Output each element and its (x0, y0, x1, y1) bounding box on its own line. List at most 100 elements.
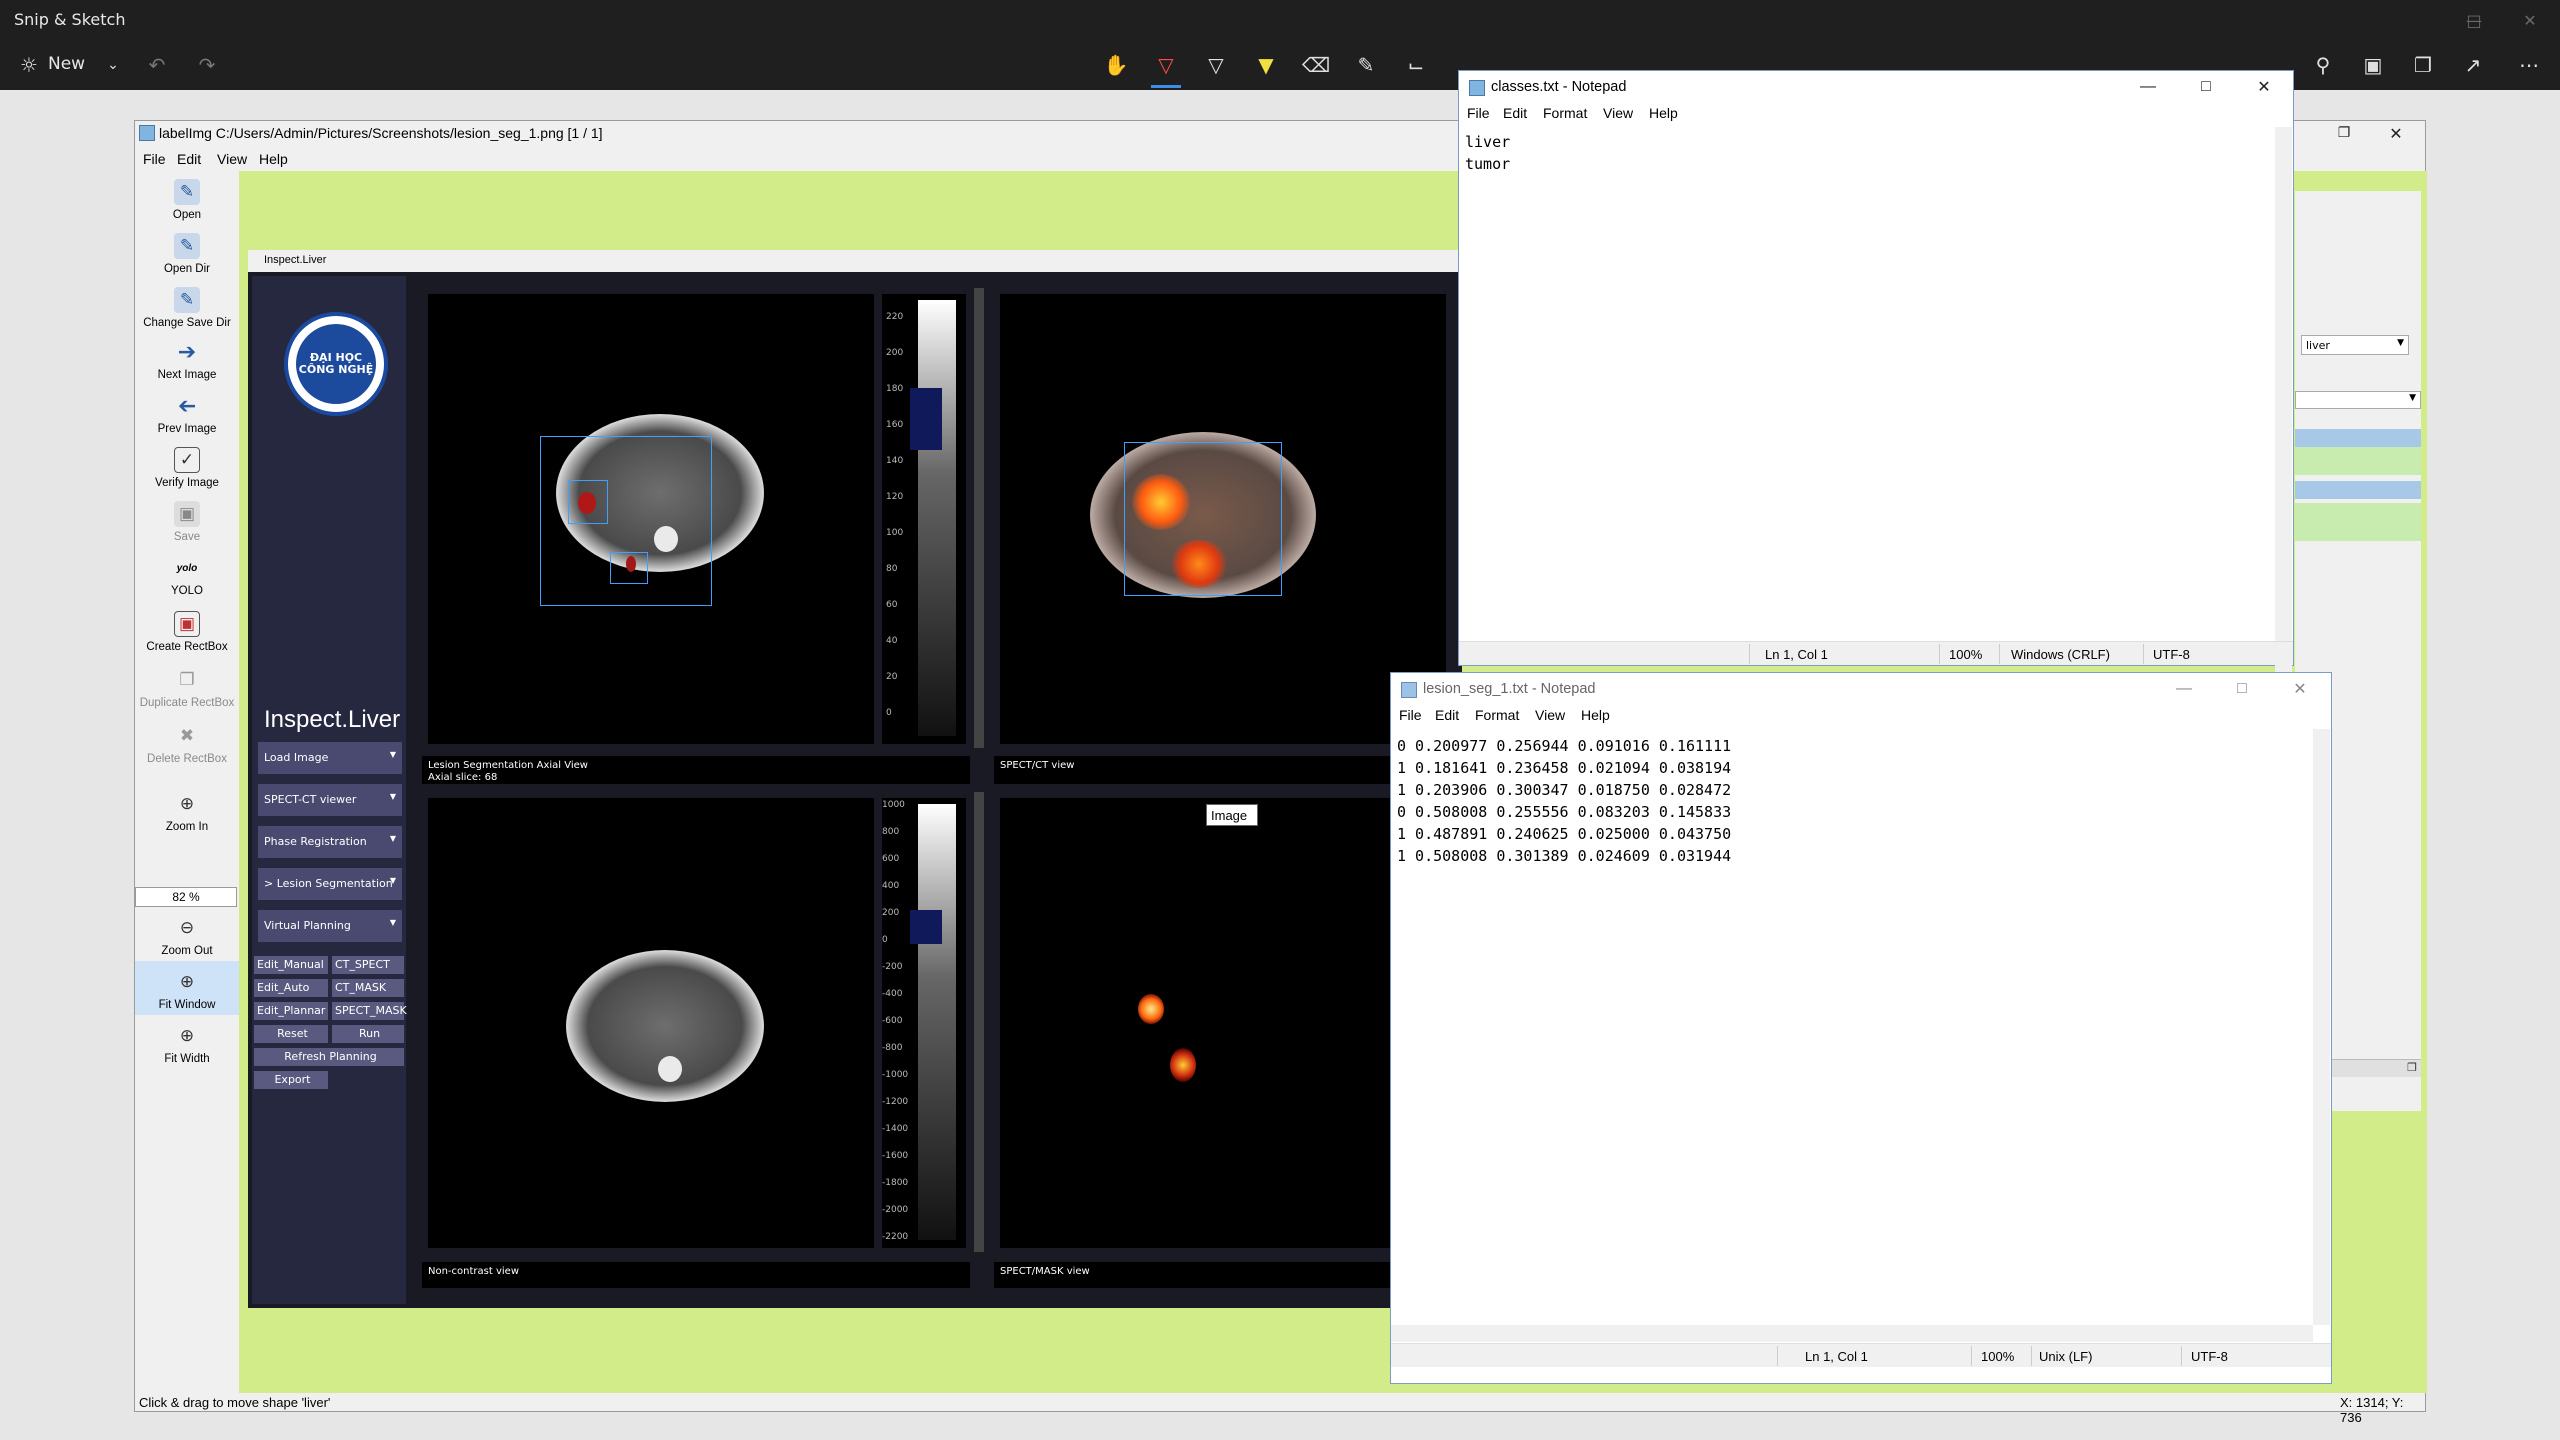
menu-help[interactable]: Help (1649, 105, 1678, 121)
dock-float-icon[interactable]: ❐ (2407, 1061, 2417, 1074)
axial-view-caption: Lesion Segmentation Axial View Axial sli… (422, 756, 970, 784)
menu-file[interactable]: File (1467, 105, 1490, 121)
spect-ct-viewer-menu[interactable]: SPECT-CT viewer ▼ (258, 784, 402, 816)
zoom-value-spinbox[interactable]: 82 % (135, 887, 237, 907)
new-snip-button[interactable]: New (48, 54, 85, 74)
tumor-bounding-box[interactable] (568, 480, 608, 524)
window-level-handle[interactable] (910, 910, 942, 944)
notepad-classes-minimize-button[interactable]: — (2119, 71, 2177, 103)
zoom-out-icon: ⊖ (179, 918, 195, 937)
lesion-segmentation-menu[interactable]: > Lesion Segmentation ▼ (258, 868, 402, 900)
ct-mask-button[interactable]: CT_MASK (332, 979, 404, 997)
notepad-classes-text-area[interactable]: liver tumor (1465, 131, 2265, 679)
verify-image-button[interactable]: ✓ Verify Image (135, 439, 239, 493)
view-splitter-bottom[interactable] (974, 792, 984, 1252)
next-image-button[interactable]: ➔ Next Image (135, 331, 239, 385)
new-dropdown-chevron-icon[interactable]: ⌄ (96, 50, 130, 80)
labelimg-restore-button[interactable]: ❐ (2321, 121, 2367, 145)
fit-window-button[interactable]: ⊕ Fit Window (135, 961, 239, 1015)
tumor-bounding-box[interactable] (610, 552, 648, 584)
load-image-menu[interactable]: Load Image ▼ (258, 742, 402, 774)
menu-file[interactable]: File (143, 151, 166, 167)
copy-icon[interactable]: ❐ (2406, 50, 2440, 80)
vertical-scrollbar[interactable] (2313, 729, 2330, 1325)
label-list-item[interactable] (2295, 481, 2421, 499)
liver-bounding-box[interactable] (1124, 442, 1282, 596)
label-filter-combo[interactable]: ▼ (2295, 391, 2421, 409)
zoom-icon[interactable]: ⚲ (2306, 50, 2340, 80)
notepad-icon (1469, 80, 1485, 96)
redo-icon[interactable]: ↷ (190, 50, 224, 80)
pencil-icon[interactable]: ▽ (1199, 50, 1233, 80)
virtual-planning-menu[interactable]: Virtual Planning ▼ (258, 910, 402, 942)
save-icon[interactable]: ▣ (2356, 50, 2390, 80)
menu-view[interactable]: View (1603, 105, 1633, 121)
menu-edit[interactable]: Edit (177, 151, 201, 167)
share-icon[interactable]: ↗ (2456, 50, 2490, 80)
label-list-item[interactable] (2295, 429, 2421, 447)
label-list-item[interactable] (2295, 447, 2421, 475)
undo-icon[interactable]: ↶ (140, 50, 174, 80)
refresh-planning-button[interactable]: Refresh Planning (254, 1048, 404, 1066)
touch-writing-icon[interactable]: ✋ (1099, 50, 1133, 80)
spect-mask-button[interactable]: SPECT_MASK (332, 1002, 407, 1020)
fit-width-button[interactable]: ⊕ Fit Width (135, 1015, 239, 1069)
vertical-scrollbar[interactable] (2275, 127, 2292, 683)
yolo-format-button[interactable]: yolo YOLO (135, 547, 239, 601)
menu-file[interactable]: File (1399, 707, 1422, 723)
menu-format[interactable]: Format (1543, 105, 1587, 121)
spect-ct-view-pane[interactable] (1000, 294, 1446, 744)
zoom-in-button[interactable]: ⊕ Zoom In (135, 783, 239, 837)
more-options-icon[interactable]: ⋯ (2512, 50, 2546, 80)
ballpoint-pen-icon[interactable]: ▽ (1149, 50, 1183, 80)
non-contrast-view-pane[interactable] (428, 798, 874, 1248)
menu-edit[interactable]: Edit (1435, 707, 1459, 723)
prev-image-button[interactable]: ➔ Prev Image (135, 385, 239, 439)
save-button[interactable]: ▣ Save (135, 493, 239, 547)
menu-view[interactable]: View (217, 151, 247, 167)
ruler-icon[interactable]: ✎ (1349, 50, 1383, 80)
menu-help[interactable]: Help (1581, 707, 1610, 723)
duplicate-rectbox-button[interactable]: ❐ Duplicate RectBox (135, 659, 239, 713)
zoom-out-button[interactable]: ⊖ Zoom Out (135, 907, 239, 961)
snip-close-button[interactable]: ✕ (2500, 0, 2560, 40)
axial-view-pane[interactable] (428, 294, 874, 744)
open-dir-icon: ✎ (174, 233, 200, 259)
view-splitter-top[interactable] (974, 288, 984, 748)
notepad-lesion-maximize-button[interactable]: □ (2213, 673, 2271, 705)
delete-rectbox-button[interactable]: ✖ Delete RectBox (135, 715, 239, 769)
create-rectbox-button[interactable]: ▣ Create RectBox (135, 603, 239, 657)
notepad-lesion-text-area[interactable]: 0 0.200977 0.256944 0.091016 0.161111 1 … (1397, 735, 2297, 1335)
window-level-handle[interactable] (910, 388, 942, 450)
highlighter-icon[interactable]: ▼ (1249, 50, 1283, 80)
inspect-liver-window: Inspect.Liver ĐẠI HỌC CÔNG NGHỆ Inspect.… (248, 250, 1462, 1308)
ct-spect-button[interactable]: CT_SPECT (332, 956, 404, 974)
label-list-item[interactable] (2295, 503, 2421, 541)
default-label-combo[interactable]: liver ▼ (2301, 335, 2409, 355)
open-dir-button[interactable]: ✎ Open Dir (135, 225, 239, 279)
labelimg-close-button[interactable]: ✕ (2371, 121, 2421, 145)
eraser-icon[interactable]: ⌫ (1299, 50, 1333, 80)
snip-maximize-button[interactable]: □ (2444, 0, 2504, 40)
change-save-dir-button[interactable]: ✎ Change Save Dir (135, 279, 239, 333)
edit-auto-button[interactable]: Edit_Auto (254, 979, 328, 997)
menu-view[interactable]: View (1535, 707, 1565, 723)
open-button[interactable]: ✎ Open (135, 171, 239, 225)
export-button[interactable]: Export (254, 1071, 328, 1089)
new-snip-icon[interactable]: ☼ (12, 50, 46, 80)
edit-manual-button[interactable]: Edit_Manual (254, 956, 328, 974)
menu-help[interactable]: Help (259, 151, 288, 167)
reset-button[interactable]: Reset (254, 1025, 328, 1043)
spect-mask-view-pane[interactable]: Image (1000, 798, 1446, 1248)
phase-registration-menu[interactable]: Phase Registration ▼ (258, 826, 402, 858)
crop-icon[interactable]: ⌙ (1399, 50, 1433, 80)
edit-plannar-button[interactable]: Edit_Plannar (254, 1002, 328, 1020)
menu-edit[interactable]: Edit (1503, 105, 1527, 121)
notepad-classes-close-button[interactable]: ✕ (2235, 71, 2293, 103)
notepad-lesion-minimize-button[interactable]: — (2155, 673, 2213, 705)
notepad-classes-maximize-button[interactable]: □ (2177, 71, 2235, 103)
notepad-lesion-close-button[interactable]: ✕ (2271, 673, 2329, 705)
menu-format[interactable]: Format (1475, 707, 1519, 723)
horizontal-scrollbar[interactable] (1391, 1325, 2313, 1342)
run-button[interactable]: Run (332, 1025, 404, 1043)
